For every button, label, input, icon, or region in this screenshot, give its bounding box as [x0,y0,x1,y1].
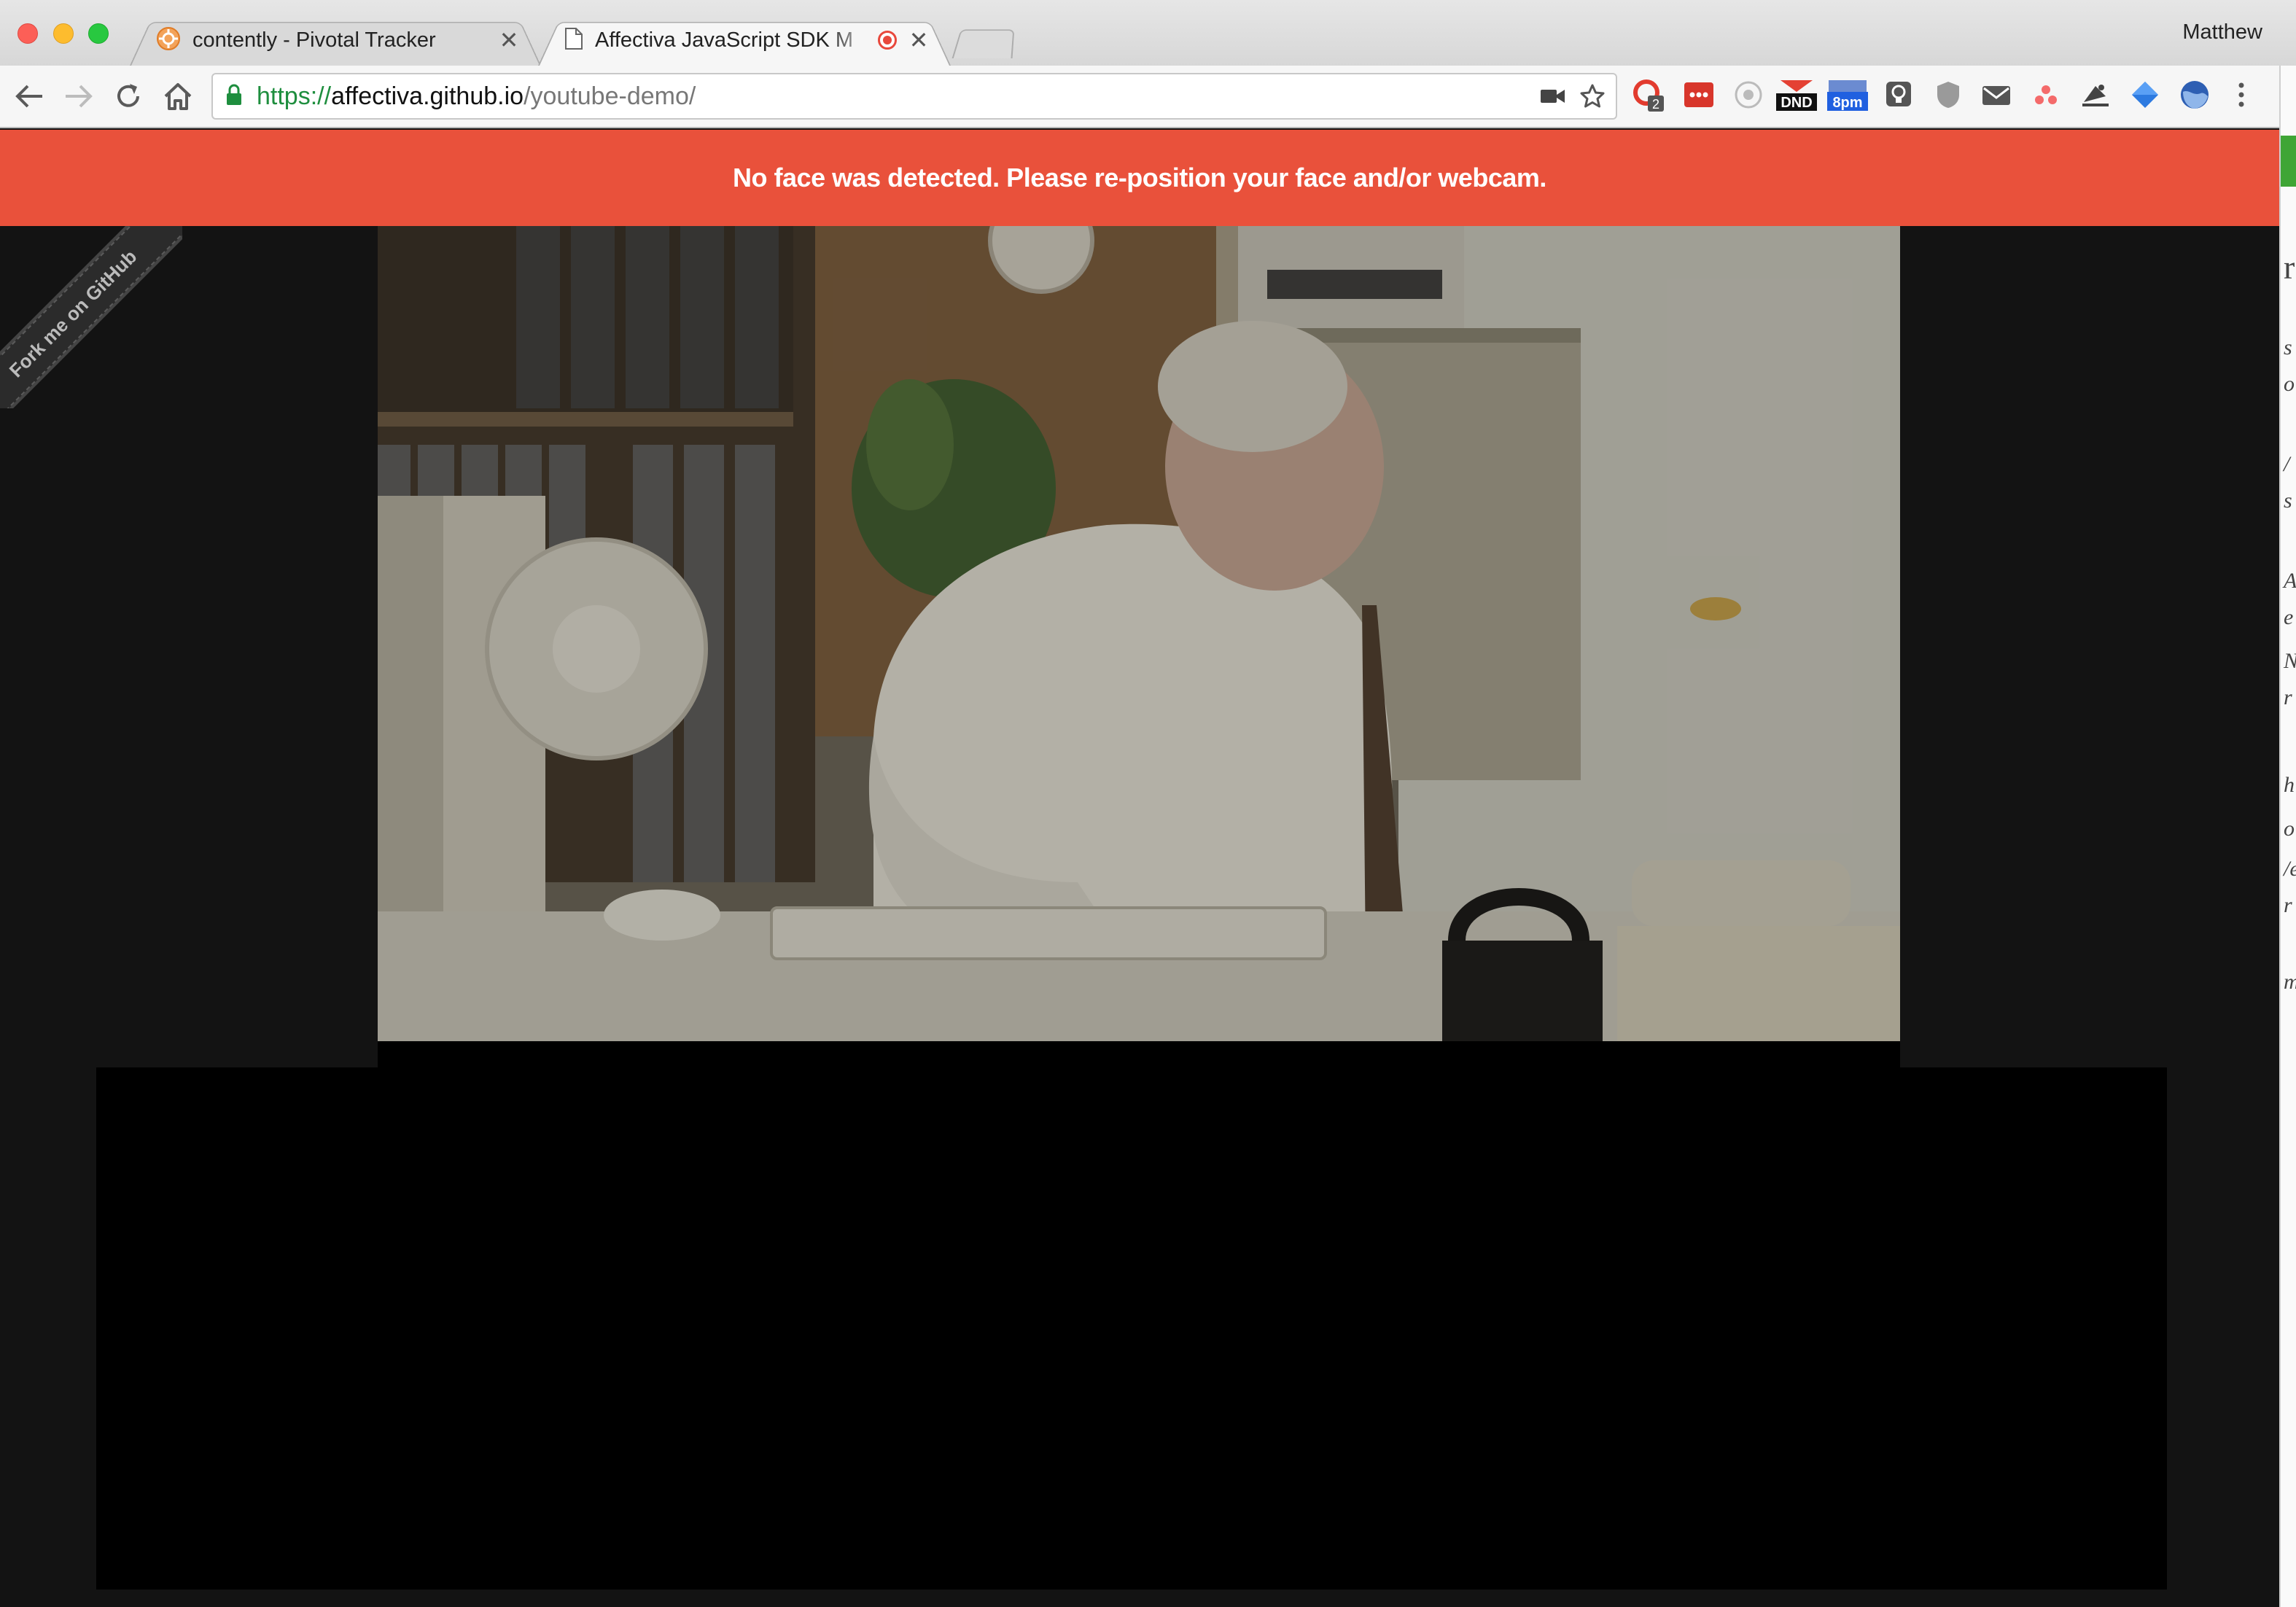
svg-text:DND: DND [1781,95,1812,111]
adjacent-window-edge: r s o / s A e N r h o /e r m [2279,66,2296,1607]
secure-lock-icon [226,84,242,109]
ext-asana-icon[interactable] [2028,77,2063,112]
close-tab-icon[interactable]: ✕ [907,28,930,52]
alert-message: No face was detected. Please re-position… [733,163,1546,192]
video-letterbox-bottom [96,1067,2167,1590]
home-button[interactable] [157,76,198,117]
tab-title: contently - Pivotal Tracker [192,28,436,52]
ext-circle-icon[interactable] [1731,77,1766,112]
svg-text:8pm: 8pm [1832,95,1862,111]
ext-hat-icon[interactable] [2078,77,2113,112]
fullscreen-window-button[interactable] [88,23,109,44]
ext-globe-icon[interactable] [2177,77,2212,112]
ext-shield-icon[interactable] [1931,77,1966,112]
new-tab-button[interactable] [952,29,1015,58]
ext-bulb-icon[interactable] [1881,77,1916,112]
tab-pivotal-tracker[interactable]: contently - Pivotal Tracker ✕ [130,15,541,66]
bookmark-star-icon[interactable] [1576,80,1608,112]
profile-name[interactable]: Matthew [2182,20,2262,44]
video-frame-image [378,226,1900,1041]
more-menu-icon[interactable] [2224,77,2259,112]
forward-button[interactable] [58,76,99,117]
recording-indicator-icon [878,31,897,50]
tab-strip: contently - Pivotal Tracker ✕ Affectiva … [0,0,2296,66]
fork-ribbon-label[interactable]: Fork me on GitHub [0,226,182,408]
document-icon [564,27,583,54]
minimize-window-button[interactable] [53,23,74,44]
close-tab-icon[interactable]: ✕ [497,28,521,52]
green-block [2281,136,2296,187]
tab-title: Affectiva JavaScript SDK M [595,28,854,52]
video-letterbox [378,1041,1900,1067]
home-icon [164,83,192,110]
camera-in-use-icon[interactable] [1537,80,1569,112]
ext-diamond-icon[interactable] [2128,77,2163,112]
back-arrow-icon [15,85,42,108]
ext-calendar-icon[interactable]: 8pm [1826,77,1869,112]
url-text[interactable]: https://affectiva.github.io/youtube-demo… [257,82,1537,111]
pivotal-tracker-icon [156,26,181,55]
forward-arrow-icon [66,85,93,108]
youtube-video-player[interactable] [378,226,1900,1041]
reload-button[interactable] [108,76,149,117]
ext-badge-icon[interactable]: 2 [1632,77,1667,112]
fork-ribbon[interactable]: Fork me on GitHub [0,226,182,408]
back-button[interactable] [9,76,50,117]
no-face-alert: No face was detected. Please re-position… [0,130,2279,226]
address-bar[interactable]: https://affectiva.github.io/youtube-demo… [211,73,1617,120]
tab-affectiva[interactable]: Affectiva JavaScript SDK M ✕ [538,15,951,66]
ext-mail-icon[interactable] [1979,77,2014,112]
reload-icon [117,84,139,107]
ext-dnd-icon[interactable]: DND [1775,77,1818,112]
browser-toolbar: https://affectiva.github.io/youtube-demo… [0,66,2296,128]
close-window-button[interactable] [17,23,38,44]
ext-dots-icon[interactable] [1681,77,1716,112]
svg-text:2: 2 [1652,97,1659,112]
